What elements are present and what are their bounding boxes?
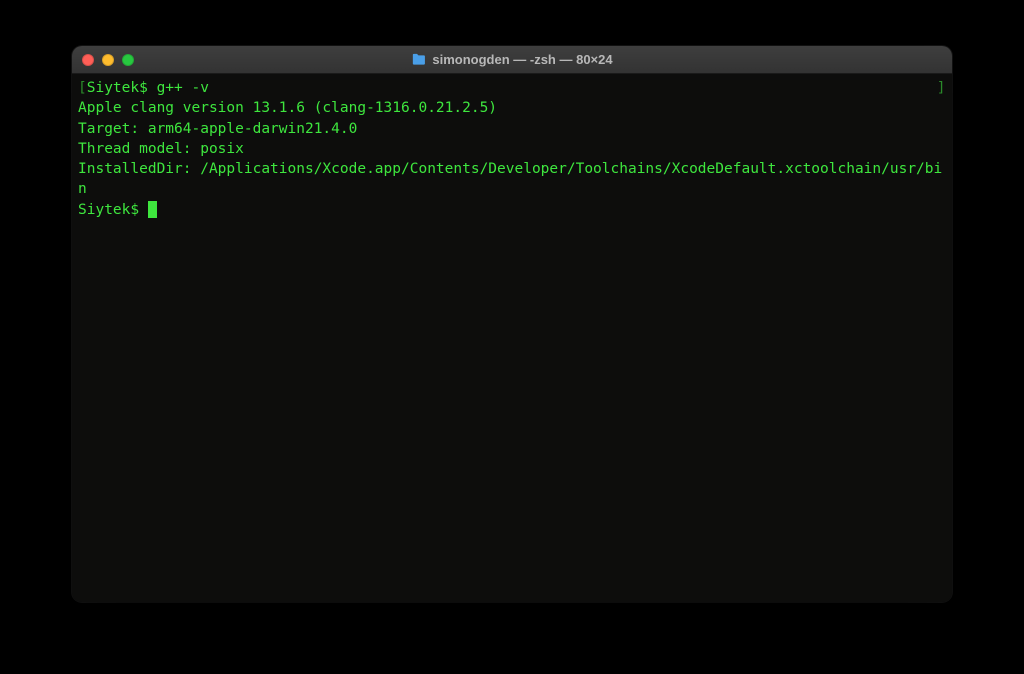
terminal-prompt-line-1: [Siytek$ g++ -v] [78, 78, 946, 98]
bracket-open: [ [78, 80, 87, 96]
minimize-button[interactable] [102, 54, 114, 66]
traffic-lights [82, 54, 134, 66]
terminal-output-line: Thread model: posix [78, 139, 946, 159]
maximize-button[interactable] [122, 54, 134, 66]
prompt-text: Siytek$ [78, 202, 148, 218]
close-button[interactable] [82, 54, 94, 66]
window-titlebar[interactable]: simonogden — -zsh — 80×24 [72, 46, 952, 74]
window-title: simonogden — -zsh — 80×24 [432, 52, 612, 67]
terminal-output-line: Apple clang version 13.1.6 (clang-1316.0… [78, 98, 946, 118]
window-title-group: simonogden — -zsh — 80×24 [411, 52, 612, 67]
terminal-prompt-line-2: Siytek$ [78, 200, 946, 220]
cursor-block [148, 201, 157, 218]
bracket-close: ] [937, 80, 946, 96]
prompt-command: Siytek$ g++ -v [87, 78, 937, 98]
terminal-output-line: InstalledDir: /Applications/Xcode.app/Co… [78, 159, 946, 200]
folder-icon [411, 53, 426, 66]
terminal-content[interactable]: [Siytek$ g++ -v]Apple clang version 13.1… [72, 74, 952, 602]
terminal-window: simonogden — -zsh — 80×24 [Siytek$ g++ -… [72, 46, 952, 602]
terminal-output-line: Target: arm64-apple-darwin21.4.0 [78, 119, 946, 139]
